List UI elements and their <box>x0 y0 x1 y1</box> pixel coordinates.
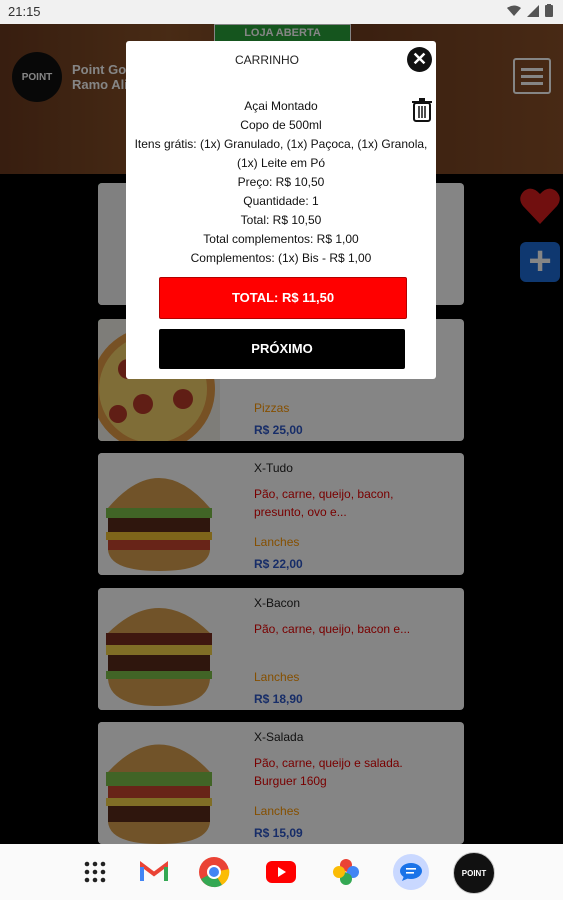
signal-icon <box>527 4 539 17</box>
cart-complements: Complementos: (1x) Bis - R$ 1,00 <box>190 251 372 265</box>
status-bar: 21:15 <box>0 0 563 24</box>
battery-icon <box>545 4 553 17</box>
photos-icon[interactable] <box>330 856 362 888</box>
messages-icon[interactable] <box>393 854 429 890</box>
point-app-icon[interactable]: POINT <box>453 852 495 894</box>
cart-quantity: Quantidade: 1 <box>243 194 319 208</box>
chrome-icon[interactable] <box>198 856 230 888</box>
app-drawer-icon[interactable] <box>79 856 111 888</box>
cart-item-name: Açai Montado <box>244 99 318 113</box>
cart-modal: CARRINHO ✕ Açai Montado Copo de 500ml It… <box>126 41 436 379</box>
cart-total-complements: Total complementos: R$ 1,00 <box>203 232 359 246</box>
close-icon[interactable]: ✕ <box>407 47 432 72</box>
youtube-icon[interactable] <box>265 856 297 888</box>
status-icons <box>507 4 553 17</box>
cart-item-size: Copo de 500ml <box>240 118 322 132</box>
cart-free-items: Itens grátis: (1x) Granulado, (1x) Paçoc… <box>134 137 428 170</box>
gmail-icon[interactable] <box>138 856 170 888</box>
cart-price: Preço: R$ 10,50 <box>237 175 325 189</box>
next-button[interactable]: PRÓXIMO <box>159 329 405 369</box>
app-dock: POINT <box>0 844 563 900</box>
wifi-icon <box>507 5 521 16</box>
cart-title: CARRINHO <box>234 53 299 67</box>
point-app-label: POINT <box>461 868 487 878</box>
total-button[interactable]: TOTAL: R$ 11,50 <box>159 277 407 319</box>
status-time: 21:15 <box>8 4 41 19</box>
cart-details: Açai Montado Copo de 500ml Itens grátis:… <box>126 97 436 268</box>
cart-total: Total: R$ 10,50 <box>240 213 322 227</box>
